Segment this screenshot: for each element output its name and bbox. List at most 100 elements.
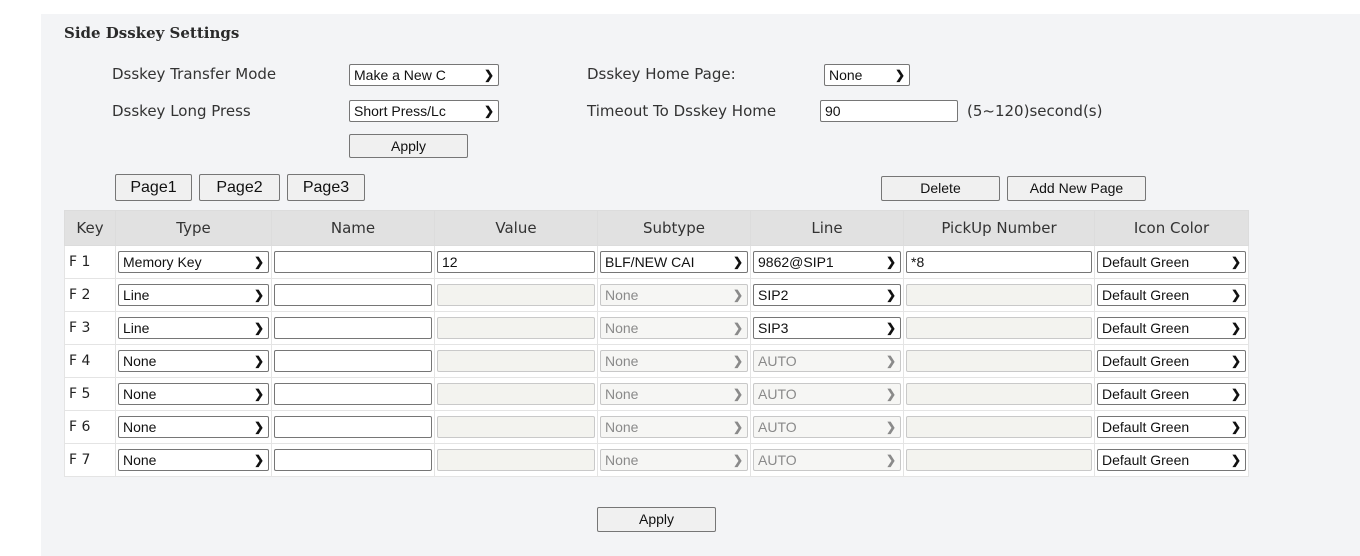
type-select[interactable]: Line ❯ (118, 317, 269, 339)
icon-color-cell: Default Green ❯ (1094, 278, 1249, 312)
name-cell (271, 245, 435, 279)
icon-color-select[interactable]: Default Green ❯ (1097, 317, 1246, 339)
icon-color-select[interactable]: Default Green ❯ (1097, 383, 1246, 405)
type-select[interactable]: None ❯ (118, 449, 269, 471)
chevron-down-icon: ❯ (732, 387, 743, 401)
name-cell (271, 443, 435, 477)
value-cell (434, 344, 598, 378)
value-cell (434, 443, 598, 477)
chevron-down-icon: ❯ (1230, 288, 1241, 302)
header-value: Value (434, 210, 598, 246)
key-cell: F 3 (64, 311, 116, 345)
pickup-number-input[interactable]: *8 (906, 251, 1092, 273)
tab-page3[interactable]: Page3 (287, 174, 365, 201)
key-cell: F 4 (64, 344, 116, 378)
type-select[interactable]: None ❯ (118, 383, 269, 405)
name-input[interactable] (274, 284, 432, 306)
type-select[interactable]: None ❯ (118, 416, 269, 438)
icon-color-select[interactable]: Default Green ❯ (1097, 449, 1246, 471)
tab-page1[interactable]: Page1 (115, 174, 192, 201)
transfer-mode-select[interactable]: Make a New C ❯ (349, 64, 499, 86)
line-select[interactable]: SIP2 ❯ (753, 284, 901, 306)
value-input (437, 284, 595, 306)
header-subtype: Subtype (597, 210, 751, 246)
settings-apply-button[interactable]: Apply (349, 134, 468, 158)
name-input[interactable] (274, 383, 432, 405)
pickup-number-input (906, 284, 1092, 306)
value-cell (434, 410, 598, 444)
pickup-cell (903, 278, 1095, 312)
line-select[interactable]: SIP3 ❯ (753, 317, 901, 339)
line-cell: SIP3 ❯ (750, 311, 904, 345)
type-select[interactable]: Line ❯ (118, 284, 269, 306)
pickup-number-input (906, 350, 1092, 372)
subtype-select[interactable]: BLF/NEW CAI ❯ (600, 251, 748, 273)
chevron-down-icon: ❯ (885, 255, 896, 269)
name-input[interactable] (274, 416, 432, 438)
tab-page2[interactable]: Page2 (199, 174, 280, 201)
timeout-hint: (5~120)second(s) (967, 102, 1103, 120)
subtype-cell: None ❯ (597, 278, 751, 312)
line-select-value: AUTO (758, 452, 797, 468)
type-cell: Memory Key ❯ (115, 245, 272, 279)
home-page-select[interactable]: None ❯ (824, 64, 910, 86)
header-pickup-number: PickUp Number (903, 210, 1095, 246)
subtype-cell: None ❯ (597, 443, 751, 477)
chevron-down-icon: ❯ (1230, 354, 1241, 368)
chevron-down-icon: ❯ (253, 255, 264, 269)
bottom-apply-button[interactable]: Apply (597, 507, 716, 532)
type-select-value: Line (123, 287, 150, 303)
line-select-value: AUTO (758, 419, 797, 435)
icon-color-select[interactable]: Default Green ❯ (1097, 416, 1246, 438)
header-type: Type (115, 210, 272, 246)
chevron-down-icon: ❯ (732, 255, 743, 269)
type-cell: None ❯ (115, 443, 272, 477)
delete-page-button[interactable]: Delete (881, 176, 1000, 201)
add-new-page-button[interactable]: Add New Page (1007, 176, 1146, 201)
type-select[interactable]: None ❯ (118, 350, 269, 372)
pickup-cell: *8 (903, 245, 1095, 279)
name-cell (271, 311, 435, 345)
name-input[interactable] (274, 251, 432, 273)
subtype-select: None ❯ (600, 383, 748, 405)
subtype-select-value: None (605, 353, 639, 369)
type-cell: Line ❯ (115, 278, 272, 312)
timeout-label: Timeout To Dsskey Home (587, 102, 777, 120)
icon-color-select-value: Default Green (1102, 452, 1190, 468)
chevron-down-icon: ❯ (1230, 420, 1241, 434)
value-input (437, 350, 595, 372)
table-row: F 6 None ❯ None ❯ AUTO ❯ Default Green ❯ (64, 410, 1249, 444)
line-select[interactable]: 9862@SIP1 ❯ (753, 251, 901, 273)
type-select-value: None (123, 419, 157, 435)
name-cell (271, 377, 435, 411)
line-select: AUTO ❯ (753, 449, 901, 471)
type-cell: None ❯ (115, 344, 272, 378)
icon-color-select[interactable]: Default Green ❯ (1097, 284, 1246, 306)
name-cell (271, 410, 435, 444)
icon-color-select[interactable]: Default Green ❯ (1097, 251, 1246, 273)
pickup-cell (903, 344, 1095, 378)
type-select-value: Memory Key (123, 254, 202, 270)
chevron-down-icon: ❯ (1230, 255, 1241, 269)
type-select[interactable]: Memory Key ❯ (118, 251, 269, 273)
icon-color-select[interactable]: Default Green ❯ (1097, 350, 1246, 372)
value-input[interactable]: 12 (437, 251, 595, 273)
transfer-mode-value: Make a New C (354, 67, 446, 83)
timeout-input[interactable]: 90 (820, 100, 958, 122)
header-icon-color: Icon Color (1094, 210, 1249, 246)
key-cell: F 6 (64, 410, 116, 444)
name-input[interactable] (274, 449, 432, 471)
line-cell: AUTO ❯ (750, 443, 904, 477)
long-press-select[interactable]: Short Press/Lc ❯ (349, 100, 499, 122)
chevron-down-icon: ❯ (732, 453, 743, 467)
chevron-down-icon: ❯ (732, 420, 743, 434)
type-cell: None ❯ (115, 377, 272, 411)
page-title: Side Dsskey Settings (64, 24, 240, 42)
name-input[interactable] (274, 350, 432, 372)
chevron-down-icon: ❯ (253, 387, 264, 401)
icon-color-cell: Default Green ❯ (1094, 377, 1249, 411)
name-input[interactable] (274, 317, 432, 339)
icon-color-select-value: Default Green (1102, 320, 1190, 336)
name-cell (271, 344, 435, 378)
chevron-down-icon: ❯ (732, 321, 743, 335)
